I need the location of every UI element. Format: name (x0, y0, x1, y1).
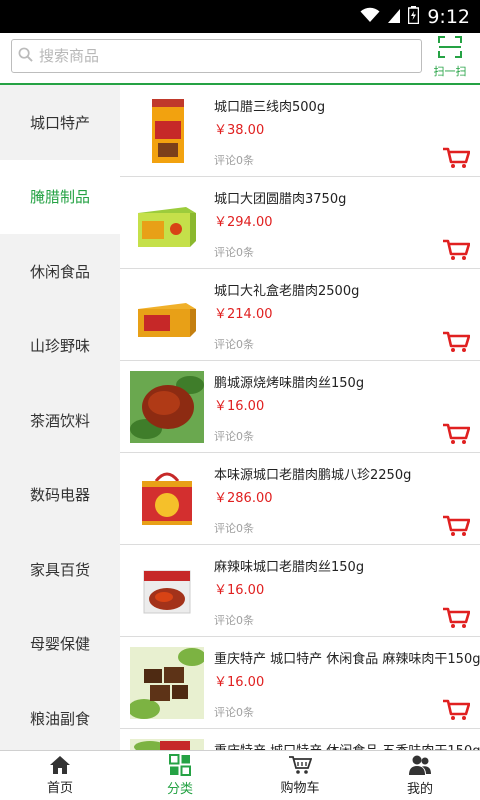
product-name: 麻辣味城口老腊肉丝150g (214, 560, 365, 575)
product-name: 城口大团圆腊肉3750g (214, 192, 347, 207)
sidebar-item-grain-oil[interactable]: 粮油副食 (0, 681, 120, 750)
product-name: 城口大礼盒老腊肉2500g (214, 284, 360, 299)
product-image (138, 207, 196, 247)
nav-mine[interactable]: 我的 (360, 751, 480, 800)
add-to-cart-icon[interactable] (442, 147, 470, 169)
product-comments: 评论0条 (214, 614, 254, 627)
product-price: ￥38.00 (214, 123, 265, 138)
nav-cart[interactable]: 购物车 (240, 751, 360, 800)
scan-button[interactable]: 扫一扫 (428, 36, 472, 80)
add-to-cart-icon[interactable] (442, 331, 470, 353)
signal-icon (388, 7, 401, 27)
nav-home[interactable]: 首页 (0, 751, 120, 800)
add-to-cart-icon[interactable] (442, 515, 470, 537)
add-to-cart-icon[interactable] (442, 699, 470, 721)
product-item[interactable]: 城口大团圆腊肉3750g ￥294.00 评论0条 (120, 177, 480, 269)
product-item[interactable]: 本味源城口老腊肉鹏城八珍2250g ￥286.00 评论0条 (120, 453, 480, 545)
product-image (143, 570, 191, 614)
product-image (138, 303, 196, 337)
product-image (152, 99, 184, 163)
product-price: ￥16.00 (214, 675, 265, 690)
product-item[interactable]: 重庆特产 城口特产 休闲食品 五香味肉干150g (120, 729, 480, 750)
shopping-cart-icon (289, 756, 312, 774)
product-name: 重庆特产 城口特产 休闲食品 五香味肉干150g (214, 740, 480, 750)
scan-label: 扫一扫 (433, 65, 467, 78)
product-comments: 评论0条 (214, 338, 254, 351)
product-item[interactable]: 麻辣味城口老腊肉丝150g ￥16.00 评论0条 (120, 545, 480, 637)
sidebar-item-mother-baby[interactable]: 母婴保健 (0, 607, 120, 682)
product-price: ￥16.00 (214, 399, 265, 414)
product-item[interactable]: 城口大礼盒老腊肉2500g ￥214.00 评论0条 (120, 269, 480, 361)
product-image (142, 472, 192, 525)
search-input[interactable] (39, 47, 399, 65)
product-name: 本味源城口老腊肉鹏城八珍2250g (214, 468, 412, 483)
product-comments: 评论0条 (214, 522, 254, 535)
product-name: 鹏城源烧烤味腊肉丝150g (214, 376, 365, 391)
product-image (130, 371, 204, 443)
sidebar-item-chengkou-specialty[interactable]: 城口特产 (0, 85, 120, 160)
status-time: 9:12 (427, 5, 470, 28)
nav-mine-label: 我的 (406, 782, 433, 797)
product-item[interactable]: 重庆特产 城口特产 休闲食品 麻辣味肉干150g ￥16.00 评论0条 (120, 637, 480, 729)
status-bar: 9:12 (0, 0, 480, 33)
add-to-cart-icon[interactable] (442, 607, 470, 629)
sidebar-item-tea-wine[interactable]: 茶酒饮料 (0, 383, 120, 458)
product-list: 城口腊三线肉500g ￥38.00 评论0条 城口大团圆腊肉3750g ￥294… (120, 85, 480, 750)
nav-cart-label: 购物车 (280, 781, 320, 796)
search-header: 扫一扫 (0, 33, 480, 85)
wifi-icon (360, 7, 380, 27)
product-item[interactable]: 城口腊三线肉500g ￥38.00 评论0条 (120, 85, 480, 177)
scan-icon (438, 36, 462, 62)
product-item[interactable]: 鹏城源烧烤味腊肉丝150g ￥16.00 评论0条 (120, 361, 480, 453)
product-name: 重庆特产 城口特产 休闲食品 麻辣味肉干150g (214, 652, 480, 667)
product-image (130, 739, 204, 750)
sidebar-item-snacks[interactable]: 休闲食品 (0, 234, 120, 309)
home-icon (50, 756, 70, 774)
battery-icon (408, 5, 420, 28)
search-box[interactable] (11, 39, 422, 73)
product-comments: 评论0条 (214, 154, 254, 167)
nav-category[interactable]: 分类 (120, 751, 240, 800)
nav-category-label: 分类 (166, 782, 193, 797)
bottom-nav: 首页 分类 购物车 我的 (0, 750, 480, 800)
sidebar-item-cured-meat[interactable]: 腌腊制品 (0, 159, 120, 234)
product-comments: 评论0条 (214, 430, 254, 443)
search-icon (18, 47, 33, 66)
user-icon (409, 755, 431, 775)
product-comments: 评论0条 (214, 706, 254, 719)
nav-home-label: 首页 (46, 781, 73, 796)
sidebar-item-electronics[interactable]: 数码电器 (0, 458, 120, 533)
category-icon (169, 754, 191, 776)
product-price: ￥294.00 (214, 215, 273, 230)
category-sidebar: 城口特产 腌腊制品 休闲食品 山珍野味 茶酒饮料 数码电器 家具百货 母婴保健 … (0, 85, 120, 750)
sidebar-item-wild-delicacies[interactable]: 山珍野味 (0, 309, 120, 384)
product-price: ￥214.00 (214, 307, 273, 322)
product-image (130, 647, 204, 719)
product-price: ￥286.00 (214, 491, 273, 506)
add-to-cart-icon[interactable] (442, 239, 470, 261)
product-comments: 评论0条 (214, 246, 254, 259)
add-to-cart-icon[interactable] (442, 423, 470, 445)
product-price: ￥16.00 (214, 583, 265, 598)
product-name: 城口腊三线肉500g (214, 100, 326, 115)
sidebar-item-household[interactable]: 家具百货 (0, 532, 120, 607)
